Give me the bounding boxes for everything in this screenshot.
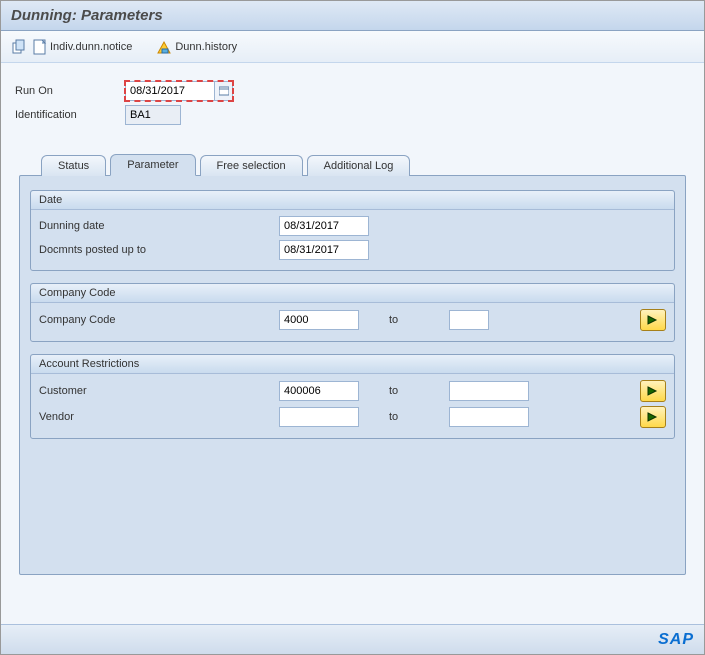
dunning-date-label: Dunning date	[39, 220, 279, 232]
tab-additional-log[interactable]: Additional Log	[307, 155, 411, 176]
customer-label: Customer	[39, 385, 279, 397]
dunn-history-button[interactable]: Dunn.history	[156, 39, 237, 55]
tab-free-selection[interactable]: Free selection	[200, 155, 303, 176]
calendar-icon	[219, 86, 229, 96]
copy-icon	[11, 39, 27, 55]
customer-to-input[interactable]	[449, 381, 529, 401]
vendor-from-input[interactable]	[279, 407, 359, 427]
indiv-dunn-notice-button[interactable]: Indiv.dunn.notice	[33, 39, 132, 55]
company-code-from-input[interactable]	[279, 310, 359, 330]
sap-logo: SAP	[658, 631, 694, 649]
identification-row: Identification	[15, 105, 690, 125]
group-company-code: Company Code Company Code to	[30, 283, 675, 342]
run-on-input[interactable]	[125, 81, 215, 101]
arrow-right-icon	[646, 411, 660, 423]
company-code-to-label: to	[389, 314, 449, 326]
group-date-header: Date	[31, 191, 674, 210]
run-on-date-wrap	[125, 81, 233, 101]
vendor-to-input[interactable]	[449, 407, 529, 427]
company-code-to-input[interactable]	[449, 310, 489, 330]
vendor-to-label: to	[389, 411, 449, 423]
toolbar: Indiv.dunn.notice Dunn.history	[1, 31, 704, 63]
customer-from-input[interactable]	[279, 381, 359, 401]
document-icon	[33, 39, 47, 55]
company-code-multiselect-button[interactable]	[640, 309, 666, 331]
title-bar: Dunning: Parameters	[1, 1, 704, 31]
indiv-label: Indiv.dunn.notice	[50, 41, 132, 53]
vendor-multiselect-button[interactable]	[640, 406, 666, 428]
content-area: Run On Identification Status Parameter F…	[1, 63, 704, 654]
date-picker-button[interactable]	[215, 81, 233, 101]
company-code-label: Company Code	[39, 314, 279, 326]
history-label: Dunn.history	[175, 41, 237, 53]
history-icon	[156, 39, 172, 55]
footer: SAP	[1, 624, 704, 654]
customer-to-label: to	[389, 385, 449, 397]
dunning-date-input[interactable]	[279, 216, 369, 236]
page-title: Dunning: Parameters	[11, 7, 163, 24]
group-company-header: Company Code	[31, 284, 674, 303]
app-window: Dunning: Parameters Indiv.dunn.notice Du…	[0, 0, 705, 655]
identification-input[interactable]	[125, 105, 181, 125]
vendor-label: Vendor	[39, 411, 279, 423]
posted-up-to-input[interactable]	[279, 240, 369, 260]
group-account-header: Account Restrictions	[31, 355, 674, 374]
group-account-restrictions: Account Restrictions Customer to	[30, 354, 675, 439]
posted-up-to-label: Docmnts posted up to	[39, 244, 279, 256]
arrow-right-icon	[646, 385, 660, 397]
copy-button[interactable]	[11, 39, 27, 55]
arrow-right-icon	[646, 314, 660, 326]
tab-strip: Status Parameter Free selection Addition…	[15, 153, 690, 175]
run-on-label: Run On	[15, 85, 125, 97]
identification-label: Identification	[15, 109, 125, 121]
group-date: Date Dunning date Docmnts posted up to	[30, 190, 675, 271]
tab-status[interactable]: Status	[41, 155, 106, 176]
parameter-panel: Date Dunning date Docmnts posted up to C…	[19, 175, 686, 575]
run-on-row: Run On	[15, 81, 690, 101]
customer-multiselect-button[interactable]	[640, 380, 666, 402]
tab-parameter[interactable]: Parameter	[110, 154, 195, 176]
